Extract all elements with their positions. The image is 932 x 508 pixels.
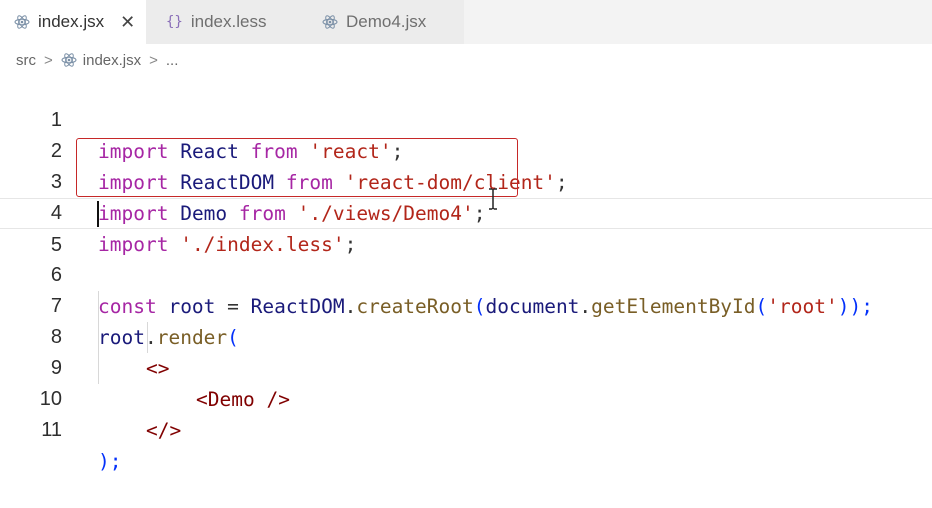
chevron-right-icon: > [44, 51, 53, 69]
code-line: 7 root.render( [0, 260, 932, 349]
code-line: 8 <> [0, 291, 932, 380]
braces-icon: {} [166, 14, 183, 30]
code-editor[interactable]: 1 import React from 'react'; 2 import Re… [0, 74, 932, 473]
react-icon [61, 52, 77, 68]
breadcrumb: src > index.jsx > ... [16, 46, 178, 74]
tab-label: index.less [190, 12, 267, 31]
tab-label: Demo4.jsx [346, 12, 427, 31]
code-line: 6 const root = ReactDOM.createRoot(docum… [0, 229, 932, 318]
text-cursor-ibeam-icon [489, 188, 497, 210]
annotation-highlight-box [76, 138, 518, 197]
react-icon [14, 14, 30, 30]
breadcrumb-folder[interactable]: src [16, 52, 36, 69]
code-line: 1 import React from 'react'; [0, 74, 932, 163]
code-line-current: 5 [0, 198, 932, 256]
tab-index-jsx[interactable]: index.jsx ✕ [0, 0, 146, 44]
code-line: 10 </> [0, 353, 932, 442]
close-icon[interactable]: ✕ [120, 12, 135, 33]
indent-guide [147, 322, 148, 353]
indent-guide [98, 291, 99, 384]
code-line: 2 import ReactDOM from 'react-dom/client… [0, 105, 932, 194]
code-line: 9 <Demo /> [0, 322, 932, 411]
line-number: 11 [41, 419, 62, 441]
react-icon [322, 14, 338, 30]
line-code: ); [98, 450, 122, 473]
chevron-right-icon: > [149, 51, 158, 69]
tab-demo4-jsx[interactable]: Demo4.jsx [294, 0, 464, 44]
text-caret [97, 201, 99, 227]
editor-tab-bar: index.jsx ✕ {} index.less Demo4.jsx [0, 0, 932, 44]
code-line: 11 ); [0, 384, 932, 473]
tab-label: index.jsx [38, 12, 105, 31]
tab-index-less[interactable]: {} index.less [146, 0, 294, 44]
breadcrumb-file[interactable]: index.jsx [83, 52, 141, 69]
line-code: </> [146, 419, 182, 442]
breadcrumb-tail[interactable]: ... [166, 52, 179, 69]
